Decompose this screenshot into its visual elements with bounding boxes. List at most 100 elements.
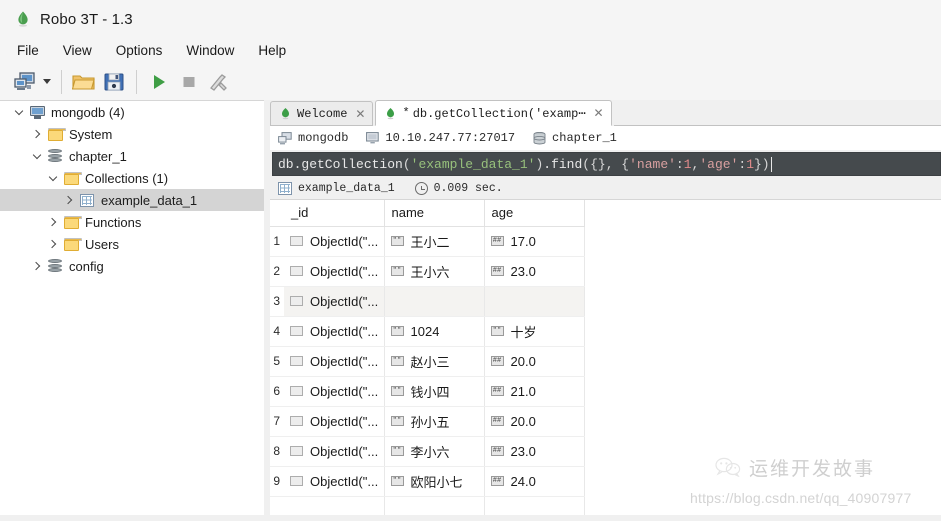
database-icon: [533, 131, 546, 145]
tree-node-system[interactable]: System: [0, 123, 264, 145]
twisty-right-icon[interactable]: [44, 233, 62, 255]
results-grid[interactable]: _id name age 1 ObjectId("... "" 王小二 ## 17.…: [270, 200, 941, 521]
column-header-age[interactable]: age: [484, 200, 585, 227]
twisty-down-icon[interactable]: [44, 167, 62, 189]
connect-button[interactable]: [10, 67, 40, 97]
column-header-name[interactable]: name: [384, 200, 485, 227]
number-type-badge: ##: [490, 236, 504, 246]
string-type-badge: "": [390, 416, 404, 426]
close-icon[interactable]: ✕: [355, 107, 365, 121]
tree-label: Users: [85, 236, 119, 252]
robo3t-window: Robo 3T - 1.3 File View Options Window H…: [0, 0, 941, 521]
twisty-right-icon[interactable]: [28, 255, 46, 277]
cell-age[interactable]: ## 21.0: [484, 376, 585, 407]
execute-button[interactable]: [144, 67, 174, 97]
cell-id[interactable]: ObjectId("...: [284, 466, 385, 497]
cell-age[interactable]: ## 23.0: [484, 256, 585, 287]
menu-file[interactable]: File: [16, 41, 40, 60]
tab-query-editor[interactable]: * db.getCollection('examp⋯ ✕: [375, 100, 612, 126]
query-token: 1: [746, 156, 754, 172]
tab-welcome[interactable]: Welcome ✕: [270, 101, 374, 126]
cell-name[interactable]: "" 赵小三: [384, 346, 485, 377]
cell-id[interactable]: ObjectId("...: [284, 316, 385, 347]
menu-view[interactable]: View: [62, 41, 93, 60]
cell-id[interactable]: ObjectId("...: [284, 256, 385, 287]
table-row[interactable]: 3 ObjectId("...: [270, 286, 585, 317]
twisty-right-icon[interactable]: [28, 123, 46, 145]
tree-label: mongodb (4): [51, 104, 125, 120]
menu-help[interactable]: Help: [257, 41, 287, 60]
table-row[interactable]: 1 ObjectId("... "" 王小二 ## 17.0: [270, 226, 585, 257]
cell-name[interactable]: [384, 286, 485, 317]
menu-options[interactable]: Options: [115, 41, 164, 60]
twisty-down-icon[interactable]: [10, 101, 28, 123]
tree-node-collections[interactable]: Collections (1): [0, 167, 264, 189]
cell-age[interactable]: [484, 286, 585, 317]
row-number: 7: [270, 406, 284, 437]
tree-node-config[interactable]: config: [0, 255, 264, 277]
menu-window[interactable]: Window: [185, 41, 235, 60]
connection-info-bar: mongodb 10.10.247.77:27017 chapter_1: [270, 126, 941, 150]
object-type-badge: [290, 386, 303, 396]
tree-label: Collections (1): [85, 170, 169, 186]
cell-id[interactable]: ObjectId("...: [284, 346, 385, 377]
tree-node-users[interactable]: Users: [0, 233, 264, 255]
column-header-id[interactable]: _id: [284, 200, 385, 227]
twisty-down-icon[interactable]: [28, 145, 46, 167]
cell-name[interactable]: "" 1024: [384, 316, 485, 347]
computer-icon: [278, 131, 292, 145]
connection-host[interactable]: 10.10.247.77:27017: [366, 131, 515, 145]
cell-id[interactable]: ObjectId("...: [284, 436, 385, 467]
twisty-right-icon[interactable]: [44, 211, 62, 233]
table-row[interactable]: 2 ObjectId("... "" 王小六 ## 23.0: [270, 256, 585, 287]
tree-node-mongodb[interactable]: mongodb (4): [0, 101, 264, 123]
clock-icon: [414, 182, 428, 195]
table-row[interactable]: 9 ObjectId("... "" 欧阳小七 ## 24.0: [270, 466, 585, 497]
results-table: _id name age 1 ObjectId("... "" 王小二 ## 17.…: [270, 200, 585, 521]
row-number: 8: [270, 436, 284, 467]
refresh-wrench-icon[interactable]: [204, 67, 234, 97]
table-row[interactable]: 6 ObjectId("... "" 钱小四 ## 21.0: [270, 376, 585, 407]
tab-strip-filler: [613, 101, 941, 126]
table-row[interactable]: 4 ObjectId("... "" 1024 "" 十岁: [270, 316, 585, 347]
twisty-right-icon[interactable]: [60, 189, 78, 211]
row-number: 2: [270, 256, 284, 287]
connection-database[interactable]: chapter_1: [533, 131, 617, 145]
cell-age[interactable]: ## 23.0: [484, 436, 585, 467]
tree-node-functions[interactable]: Functions: [0, 211, 264, 233]
close-icon[interactable]: ✕: [594, 106, 604, 120]
cell-name[interactable]: "" 王小六: [384, 256, 485, 287]
cell-id[interactable]: ObjectId("...: [284, 226, 385, 257]
cell-id[interactable]: ObjectId("...: [284, 406, 385, 437]
object-type-badge: [290, 326, 303, 336]
cell-age[interactable]: ## 17.0: [484, 226, 585, 257]
modified-indicator: *: [402, 106, 410, 120]
query-editor-input[interactable]: db.getCollection('example_data_1') .find(…: [272, 152, 941, 176]
table-row[interactable]: 5 ObjectId("... "" 赵小三 ## 20.0: [270, 346, 585, 377]
tree-node-chapter1[interactable]: chapter_1: [0, 145, 264, 167]
open-script-button[interactable]: [69, 67, 99, 97]
bottom-strip: [0, 515, 941, 521]
save-script-button[interactable]: [99, 67, 129, 97]
cell-name[interactable]: "" 王小二: [384, 226, 485, 257]
cell-name[interactable]: "" 钱小四: [384, 376, 485, 407]
cell-age[interactable]: ## 24.0: [484, 466, 585, 497]
cell-age[interactable]: "" 十岁: [484, 316, 585, 347]
cell-id[interactable]: ObjectId("...: [284, 286, 385, 317]
toolbar-group-exec: [144, 67, 234, 97]
database-tree-panel[interactable]: mongodb (4) System chapter_1 Collections…: [0, 100, 264, 521]
database-name: chapter_1: [552, 131, 617, 145]
cell-name[interactable]: "" 李小六: [384, 436, 485, 467]
cell-name[interactable]: "" 孙小五: [384, 406, 485, 437]
cell-age[interactable]: ## 20.0: [484, 346, 585, 377]
stop-button[interactable]: [174, 67, 204, 97]
cell-age[interactable]: ## 20.0: [484, 406, 585, 437]
table-row[interactable]: 7 ObjectId("... "" 孙小五 ## 20.0: [270, 406, 585, 437]
result-collection-name: example_data_1: [298, 182, 395, 195]
connect-dropdown-arrow[interactable]: [40, 67, 54, 97]
cell-name[interactable]: "" 欧阳小七: [384, 466, 485, 497]
connection-server[interactable]: mongodb: [278, 131, 348, 145]
cell-id[interactable]: ObjectId("...: [284, 376, 385, 407]
table-row[interactable]: 8 ObjectId("... "" 李小六 ## 23.0: [270, 436, 585, 467]
tree-node-example-data-1[interactable]: example_data_1: [0, 189, 264, 211]
